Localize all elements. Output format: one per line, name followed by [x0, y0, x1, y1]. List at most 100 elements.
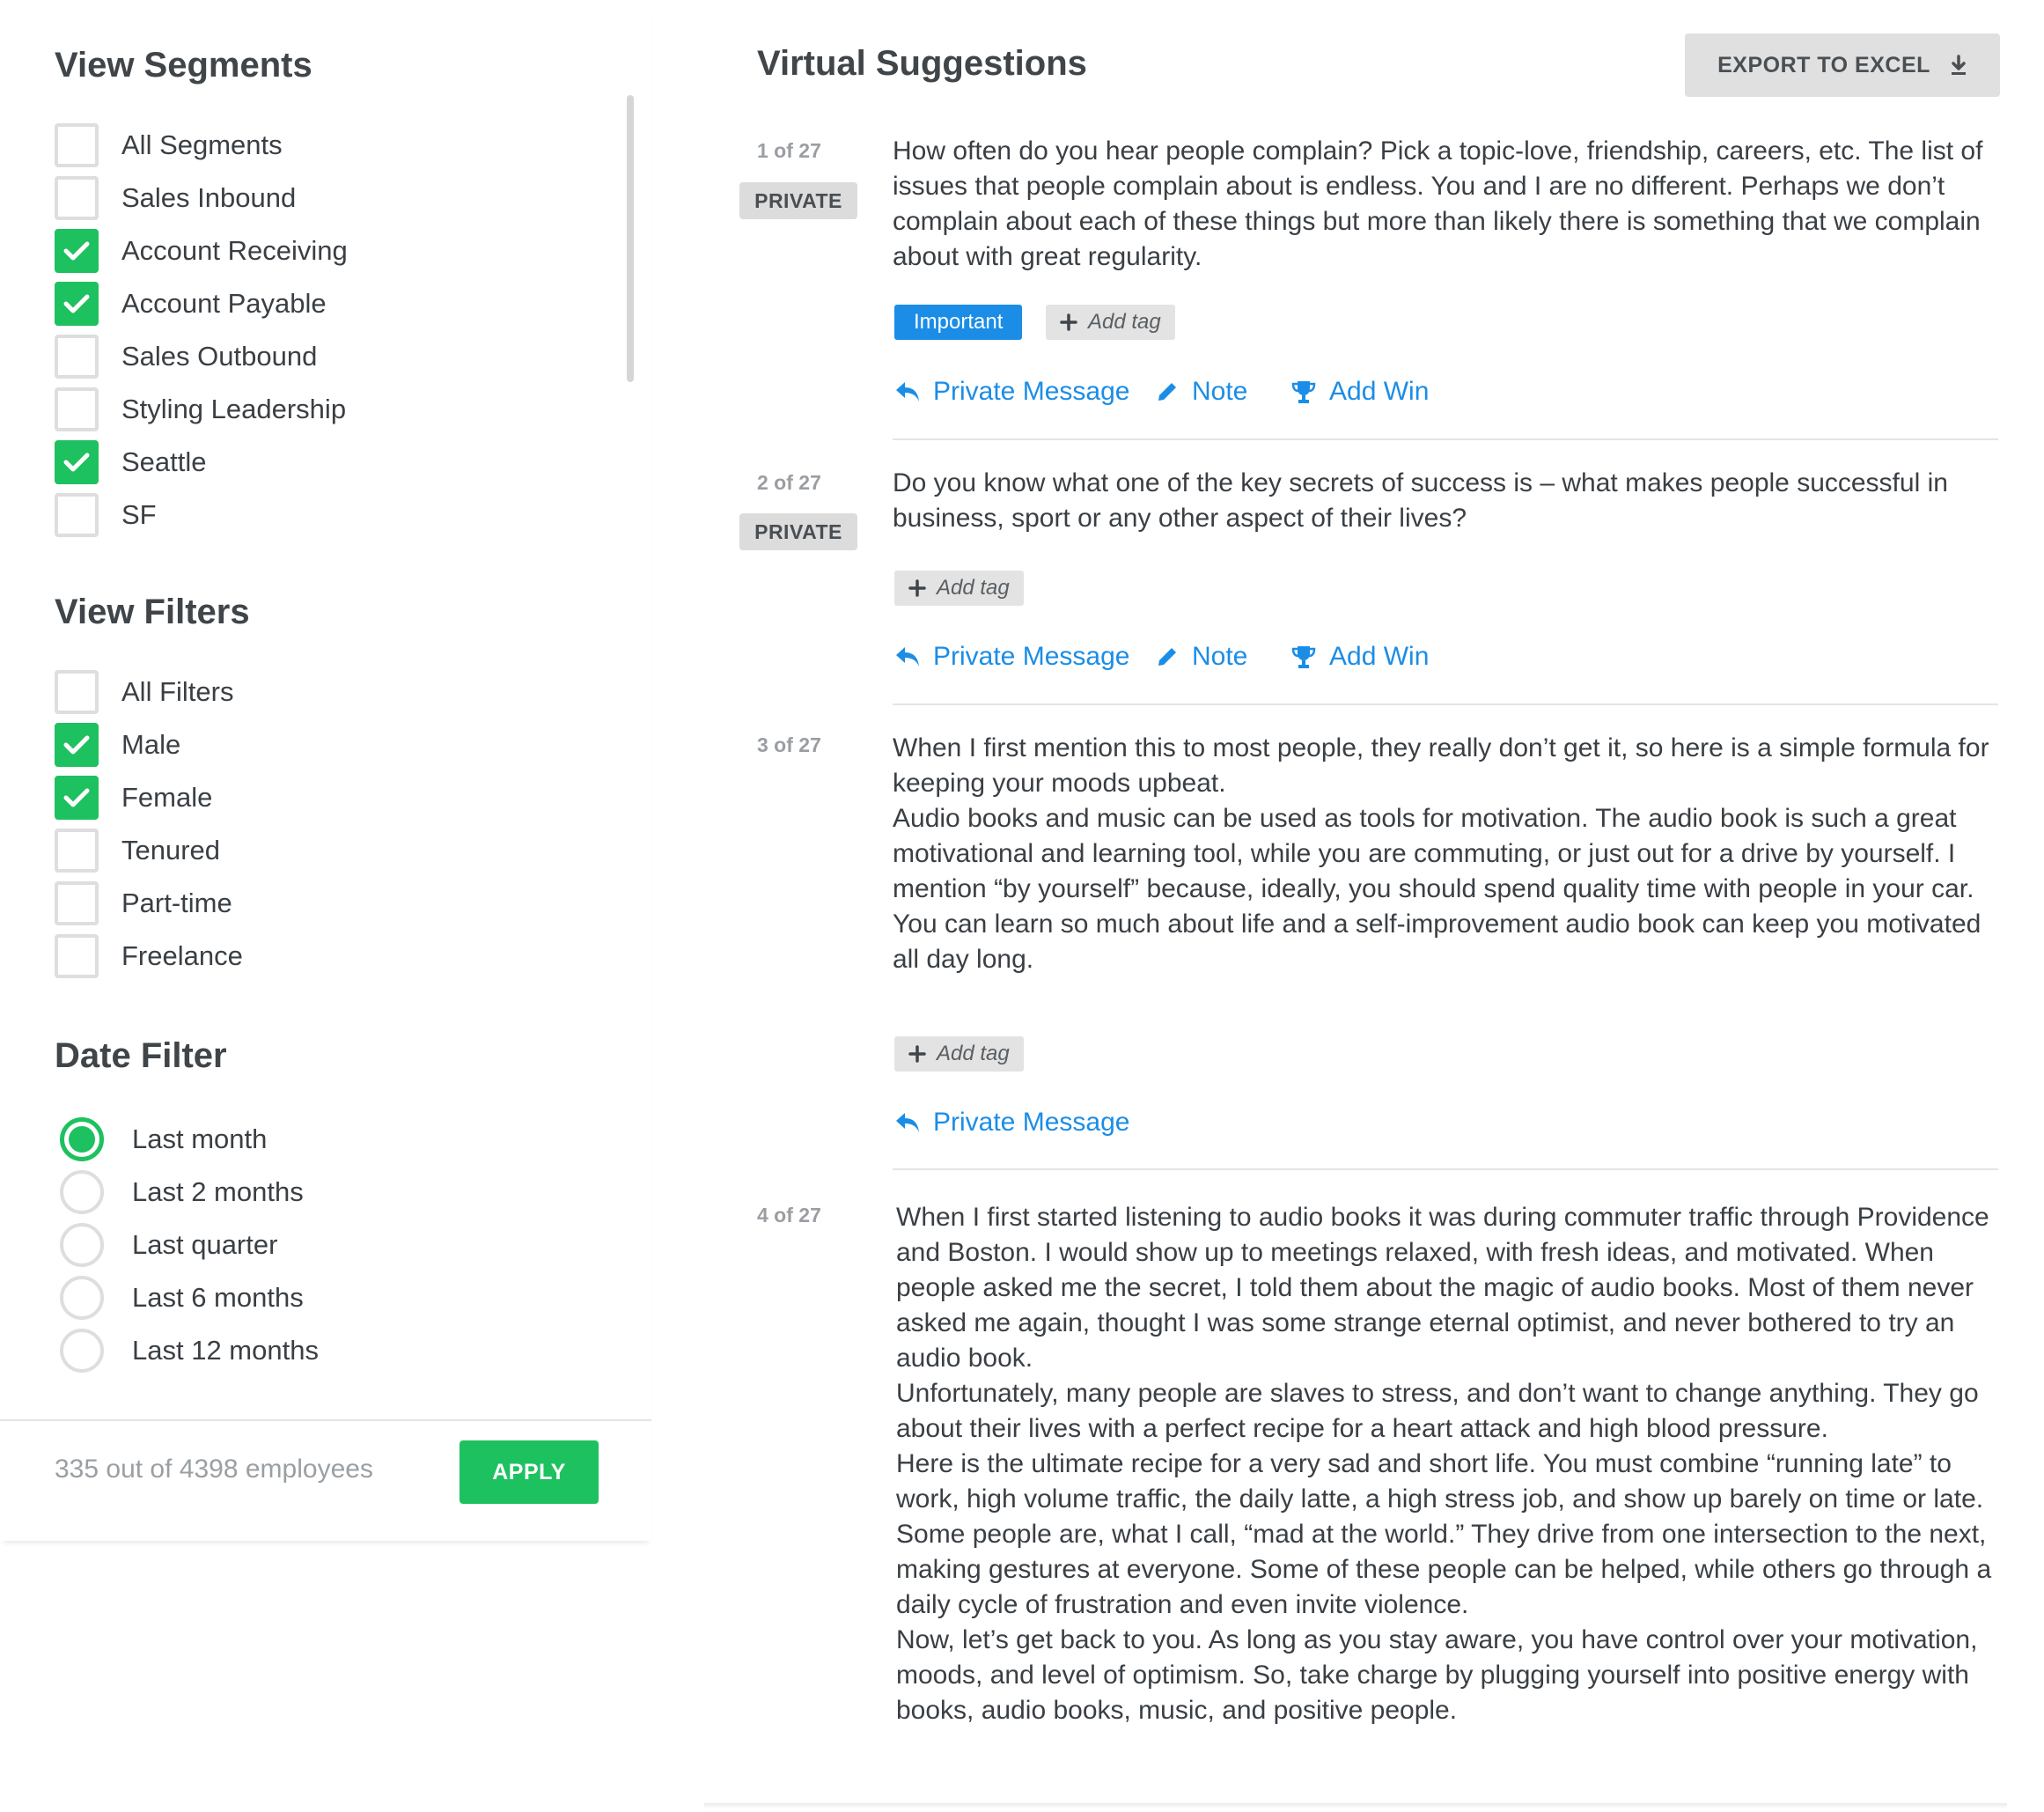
segment-checkbox[interactable]	[55, 282, 99, 326]
date-option-last-month[interactable]: Last month	[60, 1116, 267, 1162]
add-tag-label: Add tag	[937, 576, 1010, 600]
private-message-label: Private Message	[933, 642, 1130, 671]
date-radio[interactable]	[60, 1223, 104, 1267]
segment-label: Sales Outbound	[121, 341, 318, 372]
filter-checkbox[interactable]	[55, 934, 99, 978]
suggestion-counter: 1 of 27	[757, 139, 821, 162]
suggestion-text: How often do you hear people complain? P…	[893, 136, 1983, 271]
check-icon	[63, 735, 90, 755]
private-badge: PRIVATE	[739, 182, 857, 219]
pencil-icon	[1158, 648, 1176, 666]
add-tag-button[interactable]: Add tag	[894, 1036, 1024, 1072]
check-icon	[63, 453, 90, 472]
view-filters-title: View Filters	[55, 593, 250, 631]
segment-checkbox[interactable]	[55, 335, 99, 379]
segment-checkbox[interactable]	[55, 229, 99, 273]
filter-label: Part-time	[121, 888, 232, 918]
date-radio[interactable]	[60, 1276, 104, 1320]
date-option-label: Last month	[132, 1123, 268, 1154]
segment-option-account-payable[interactable]: Account Payable	[55, 281, 327, 327]
filter-checkbox[interactable]	[55, 776, 99, 820]
note-link[interactable]: Note	[1155, 642, 1247, 672]
export-to-excel-button[interactable]: EXPORT TO EXCEL	[1685, 33, 2000, 97]
segment-option-styling-leadership[interactable]: Styling Leadership	[55, 387, 346, 432]
private-message-link[interactable]: Private Message	[894, 377, 1129, 407]
segment-checkbox[interactable]	[55, 176, 99, 220]
plus-icon	[1060, 313, 1077, 331]
date-option-label: Last 6 months	[132, 1282, 304, 1313]
suggestion-counter: 4 of 27	[757, 1204, 821, 1226]
add-tag-button[interactable]: Add tag	[1046, 305, 1175, 340]
suggestion-divider	[893, 703, 1998, 705]
segment-checkbox[interactable]	[55, 493, 99, 537]
date-radio[interactable]	[60, 1170, 104, 1214]
check-icon	[63, 788, 90, 807]
suggestion-counter: 3 of 27	[757, 733, 821, 756]
reply-icon	[896, 647, 919, 667]
suggestion-text: Do you know what one of the key secrets …	[893, 468, 1948, 533]
date-option-last-12-months[interactable]: Last 12 months	[60, 1328, 319, 1374]
filter-option-all-filters[interactable]: All Filters	[55, 669, 233, 715]
filter-option-freelance[interactable]: Freelance	[55, 933, 243, 979]
segment-label: Account Receiving	[121, 235, 348, 266]
segment-option-account-receiving[interactable]: Account Receiving	[55, 228, 348, 274]
private-badge: PRIVATE	[739, 513, 857, 550]
segment-label: Styling Leadership	[121, 394, 347, 424]
filter-option-female[interactable]: Female	[55, 775, 212, 821]
apply-button[interactable]: APPLY	[460, 1440, 599, 1504]
suggestion-text: When I first mention this to most people…	[893, 733, 1989, 974]
date-radio[interactable]	[60, 1117, 104, 1161]
date-option-label: Last 12 months	[132, 1335, 319, 1366]
check-icon	[63, 294, 90, 313]
trophy-icon	[1291, 381, 1316, 403]
filter-option-male[interactable]: Male	[55, 722, 180, 768]
segment-checkbox[interactable]	[55, 440, 99, 484]
filter-checkbox[interactable]	[55, 723, 99, 767]
segment-option-sales-outbound[interactable]: Sales Outbound	[55, 334, 317, 379]
filter-label: Female	[121, 782, 213, 813]
segment-option-sf[interactable]: SF	[55, 492, 157, 538]
private-message-link[interactable]: Private Message	[894, 642, 1129, 672]
add-win-link[interactable]: Add Win	[1290, 377, 1429, 407]
filter-option-tenured[interactable]: Tenured	[55, 828, 220, 873]
segment-checkbox[interactable]	[55, 387, 99, 431]
reply-icon	[896, 1113, 919, 1132]
suggestion-text: When I first started listening to audio …	[896, 1203, 1992, 1725]
date-option-last-6-months[interactable]: Last 6 months	[60, 1275, 304, 1321]
add-win-label: Add Win	[1329, 642, 1430, 671]
date-option-last-2-months[interactable]: Last 2 months	[60, 1169, 304, 1215]
filter-option-part-time[interactable]: Part-time	[55, 880, 232, 926]
tag-important[interactable]: Important	[894, 305, 1023, 340]
private-message-label: Private Message	[933, 377, 1130, 406]
filter-label: Freelance	[121, 940, 243, 971]
segments-scrollbar[interactable]	[627, 95, 634, 382]
add-tag-button[interactable]: Add tag	[894, 571, 1024, 606]
segment-label: All Segments	[121, 129, 283, 160]
date-option-label: Last quarter	[132, 1229, 278, 1260]
add-tag-label: Add tag	[937, 1042, 1010, 1065]
date-radio[interactable]	[60, 1329, 104, 1373]
plus-icon	[908, 579, 926, 597]
export-label: EXPORT TO EXCEL	[1717, 52, 1930, 77]
trophy-icon	[1291, 646, 1316, 668]
suggestion-divider	[893, 438, 1998, 440]
filter-checkbox[interactable]	[55, 670, 99, 714]
add-win-link[interactable]: Add Win	[1290, 642, 1429, 672]
filter-checkbox[interactable]	[55, 881, 99, 925]
employee-count: 335 out of 4398 employees	[55, 1455, 373, 1484]
note-link[interactable]: Note	[1155, 377, 1247, 407]
filter-label: All Filters	[121, 676, 234, 707]
plus-icon	[908, 1045, 926, 1063]
segment-option-all-segments[interactable]: All Segments	[55, 122, 283, 168]
segment-option-seattle[interactable]: Seattle	[55, 439, 207, 485]
pencil-icon	[1158, 383, 1176, 401]
segment-option-sales-inbound[interactable]: Sales Inbound	[55, 175, 296, 221]
segment-checkbox[interactable]	[55, 123, 99, 167]
segment-label: Seattle	[121, 446, 207, 477]
filter-label: Male	[121, 729, 181, 760]
private-message-link[interactable]: Private Message	[894, 1108, 1129, 1138]
filter-checkbox[interactable]	[55, 829, 99, 873]
filter-label: Tenured	[121, 835, 221, 865]
date-option-last-quarter[interactable]: Last quarter	[60, 1222, 277, 1268]
segment-label: Account Payable	[121, 288, 327, 319]
